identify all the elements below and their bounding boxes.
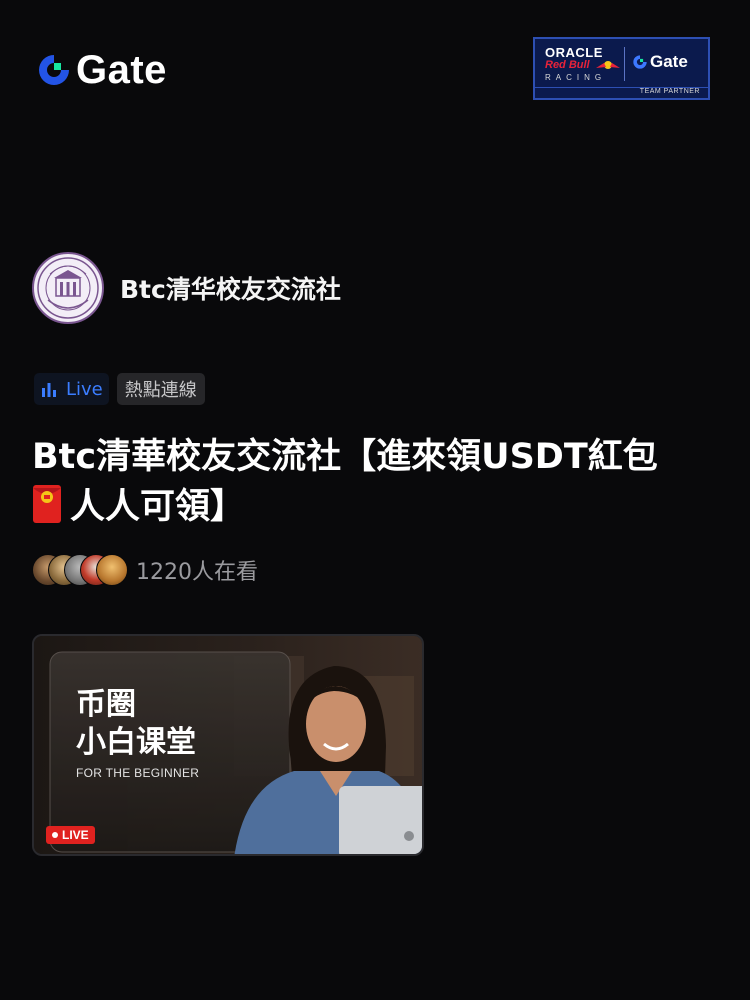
- community-row[interactable]: Btc清华校友交流社: [32, 252, 341, 324]
- viewer-avatar: [96, 554, 128, 586]
- badge-gate-icon: [633, 55, 647, 69]
- team-partner-text: TEAM PARTNER: [639, 88, 700, 95]
- badge-gate-logo: Gate: [632, 52, 688, 72]
- live-badge: LIVE: [46, 826, 95, 844]
- university-seal-icon[interactable]: [32, 252, 104, 324]
- community-name[interactable]: Btc清华校友交流社: [120, 270, 341, 306]
- redbull-text: Red Bull: [545, 59, 590, 71]
- stream-tags: Live 熱點連線: [34, 373, 205, 405]
- stream-title[interactable]: Btc清華校友交流社【進來領USDT紅包 人人可領】: [32, 432, 722, 532]
- live-tag-label: Live: [66, 378, 103, 400]
- red-envelope-icon: [32, 484, 62, 524]
- viewer-count: 1220人在看: [136, 560, 258, 585]
- oracle-text: ORACLE: [545, 45, 603, 60]
- gate-logo[interactable]: Gate: [36, 50, 167, 90]
- live-badge-label: LIVE: [62, 828, 89, 842]
- header: Gate ORACLE Red Bull RACING Gate TEAM PA…: [0, 0, 750, 120]
- viewer-avatars: [32, 554, 128, 586]
- viewers-row: 1220人在看: [32, 553, 258, 587]
- gate-logo-text: Gate: [76, 48, 167, 92]
- gate-logo-icon: [39, 55, 69, 85]
- live-bars-icon: [42, 383, 56, 397]
- hot-topic-tag: 熱點連線: [116, 373, 205, 405]
- team-partner-badge: ORACLE Red Bull RACING Gate TEAM PARTNER: [533, 37, 710, 100]
- thumbnail-subtitle: FOR THE BEGINNER: [76, 766, 200, 780]
- live-tag: Live: [34, 373, 109, 405]
- badge-footer: TEAM PARTNER: [535, 87, 708, 98]
- stream-thumbnail[interactable]: 币圈 小白课堂 FOR THE BEGINNER LIVE: [32, 634, 424, 856]
- live-dot-icon: [52, 832, 58, 838]
- badge-divider: [624, 47, 625, 81]
- stream-title-part1: Btc清華校友交流社【進來領USDT紅包: [32, 437, 658, 477]
- badge-gate-text: Gate: [650, 52, 688, 71]
- racing-text: RACING: [545, 73, 607, 82]
- redbull-icon: [596, 61, 620, 69]
- thumbnail-title: 币圈 小白课堂: [76, 687, 196, 760]
- stream-title-part2: 人人可領】: [70, 487, 246, 527]
